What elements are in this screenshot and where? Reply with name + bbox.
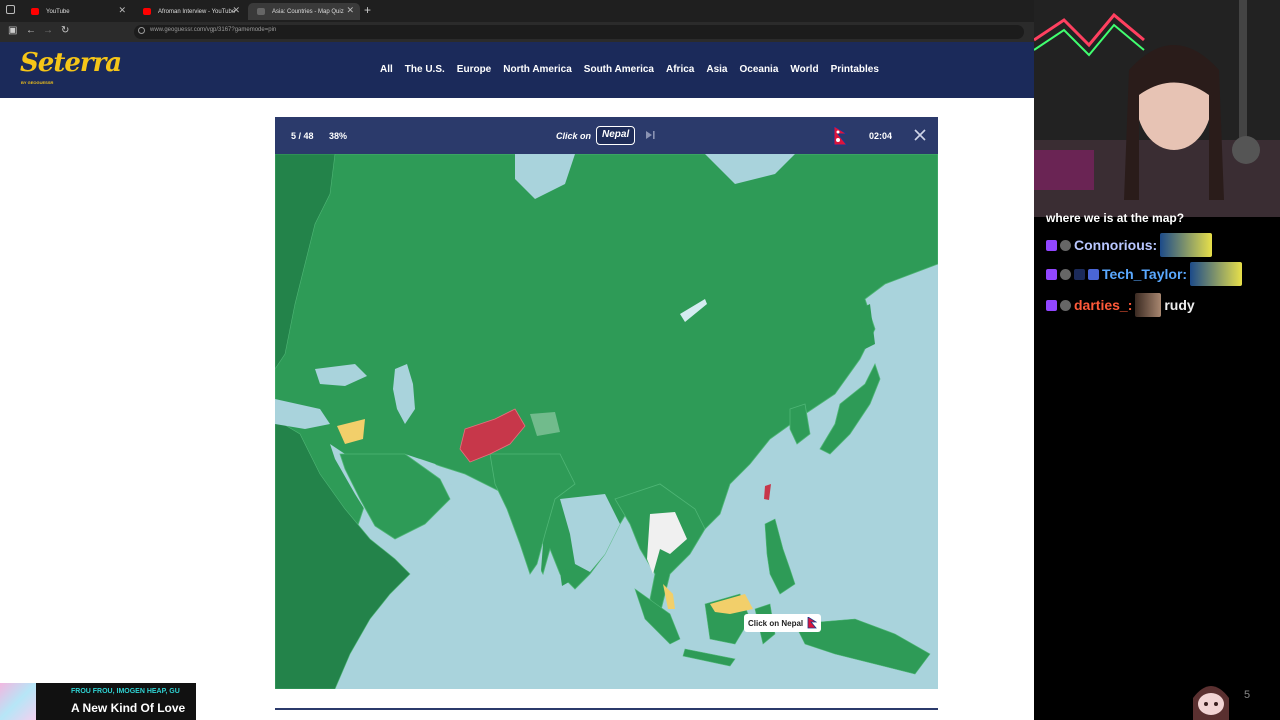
url-text: www.geoguessr.com/vgp/3167?gamemode=pin [150, 27, 277, 33]
close-tab-icon[interactable]: ✕ [346, 5, 354, 16]
nepal-flag-icon [807, 617, 818, 629]
screen: YouTube ✕ Afroman Interview - YouTube ✕ … [0, 0, 1280, 720]
cursor-tooltip: Click on Nepal [744, 614, 822, 632]
twitch-badge-icon [1046, 268, 1057, 280]
webcam-feed [1034, 0, 1280, 217]
score-percent: 38% [329, 131, 348, 141]
cloud-badge-icon [1060, 268, 1071, 280]
chat-message-text: rudy [1164, 297, 1195, 313]
chat-message-partial: where we is at the map? [1046, 211, 1185, 225]
chat-username[interactable]: Tech_Taylor: [1102, 266, 1187, 282]
nav-south-america[interactable]: South America [584, 64, 654, 75]
youtube-favicon-icon [31, 8, 39, 15]
nasa-badge-icon [1074, 268, 1085, 280]
seterra-logo[interactable]: Seterra [20, 48, 122, 78]
back-icon[interactable]: ← [26, 25, 36, 36]
skip-icon[interactable] [644, 129, 656, 141]
tab-afroman[interactable]: Afroman Interview - YouTube ✕ [134, 3, 246, 20]
nav-asia[interactable]: Asia [706, 64, 727, 75]
nepal-flag-icon [833, 125, 849, 146]
url-input[interactable]: www.geoguessr.com/vgp/3167?gamemode=pin [134, 25, 1024, 39]
sidebar-icon[interactable]: ▣ [8, 25, 17, 36]
chat-username[interactable]: darties_: [1074, 297, 1132, 313]
tab-title: YouTube [46, 8, 70, 15]
music-artist: FROU FROU, IMOGEN HEAP, GU [71, 688, 180, 695]
emote-image [1190, 262, 1243, 286]
tab-bar: YouTube ✕ Afroman Interview - YouTube ✕ … [0, 0, 1034, 22]
site-info-icon[interactable] [138, 27, 145, 34]
cloud-badge-icon [1060, 299, 1071, 311]
twitch-badge-icon [1046, 299, 1057, 311]
chat-username[interactable]: Connorious: [1074, 237, 1157, 253]
webcam-image [1034, 0, 1280, 217]
close-tab-icon[interactable]: ✕ [118, 5, 126, 16]
chat-line: darties_: rudy [1046, 293, 1195, 317]
tooltip-text: Click on Nepal [748, 618, 804, 628]
album-art [0, 683, 36, 720]
nav-africa[interactable]: Africa [666, 64, 694, 75]
window-menu-icon[interactable] [6, 5, 15, 14]
chat-line: Connorious: [1046, 233, 1213, 257]
tab-youtube[interactable]: YouTube ✕ [22, 3, 132, 20]
divider [275, 708, 938, 710]
tab-seterra[interactable]: Asia: Countries - Map Quiz ✕ [248, 3, 360, 20]
progress-counter: 5 / 48 [291, 131, 314, 141]
reload-icon[interactable]: ↻ [61, 25, 69, 36]
nav-all[interactable]: All [380, 64, 393, 75]
quiz-panel: 5 / 48 38% Click on Nepal 02:04 [275, 117, 938, 689]
emote-image [1135, 293, 1162, 317]
seterra-favicon-icon [257, 8, 265, 15]
nav-europe[interactable]: Europe [457, 64, 491, 75]
target-country: Nepal [596, 126, 636, 145]
address-bar-row: ▣ ← → ↻ www.geoguessr.com/vgp/3167?gamem… [0, 22, 1034, 42]
cloud-badge-icon [1060, 239, 1071, 251]
quiz-toolbar: 5 / 48 38% Click on Nepal 02:04 [275, 117, 938, 154]
youtube-favicon-icon [143, 8, 151, 15]
nav-printables[interactable]: Printables [831, 64, 879, 75]
nav-world[interactable]: World [790, 64, 818, 75]
music-title: A New Kind Of Love [71, 701, 186, 715]
new-tab-icon[interactable]: + [364, 3, 371, 17]
asia-map[interactable] [275, 154, 938, 689]
close-icon[interactable] [913, 128, 927, 142]
now-playing-overlay: FROU FROU, IMOGEN HEAP, GU A New Kind Of… [0, 683, 196, 720]
timer: 02:04 [869, 131, 893, 141]
forward-icon[interactable]: → [43, 25, 53, 36]
chat-line: Tech_Taylor: [1046, 262, 1243, 286]
browser-window: YouTube ✕ Afroman Interview - YouTube ✕ … [0, 0, 1034, 720]
main-nav: All The U.S. Europe North America South … [380, 64, 891, 75]
nav-us[interactable]: The U.S. [405, 64, 445, 75]
site-header: Seterra BY GEOGUESSR All The U.S. Europe… [0, 42, 1034, 98]
nav-north-america[interactable]: North America [503, 64, 572, 75]
tab-title: Afroman Interview - YouTube [158, 8, 236, 15]
logo-subtitle: BY GEOGUESSR [21, 80, 54, 85]
nav-oceania[interactable]: Oceania [739, 64, 778, 75]
close-tab-icon[interactable]: ✕ [232, 5, 240, 16]
prompt-label: Click on [556, 131, 592, 141]
twitch-badge-icon [1046, 239, 1057, 251]
emote-image [1160, 233, 1213, 257]
page-number: 5 [1244, 689, 1251, 701]
avatar-mascot-icon [1193, 686, 1229, 720]
tab-title: Asia: Countries - Map Quiz [272, 8, 344, 15]
sub-badge-icon [1088, 268, 1099, 280]
